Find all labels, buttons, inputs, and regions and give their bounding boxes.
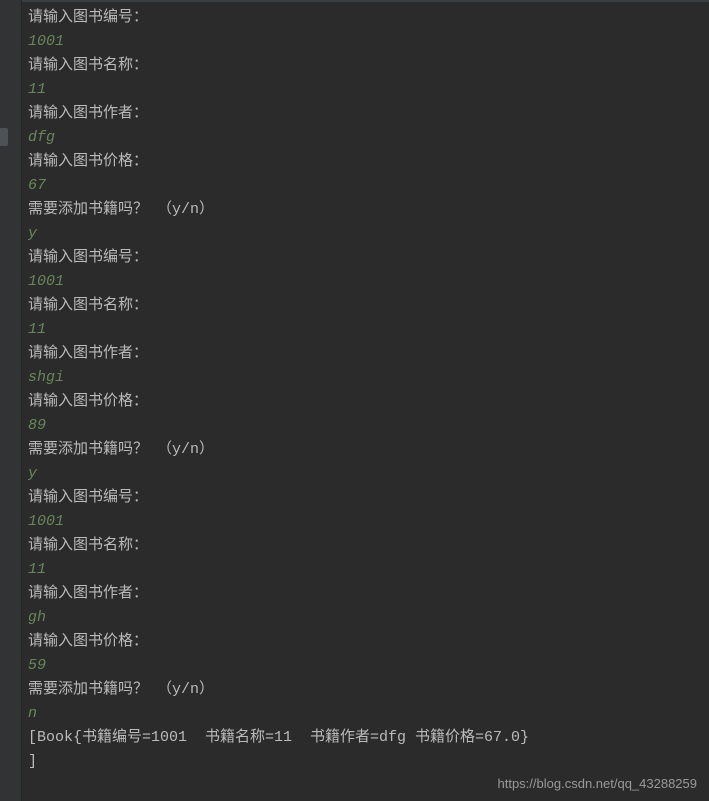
console-line-input: 59 <box>28 654 709 678</box>
console-line-input: 67 <box>28 174 709 198</box>
console-line-prompt: 请输入图书名称： <box>28 54 709 78</box>
console-line-prompt: 请输入图书价格： <box>28 630 709 654</box>
console-line-prompt: 请输入图书编号： <box>28 246 709 270</box>
console-line-input: 89 <box>28 414 709 438</box>
console-line-input: 11 <box>28 78 709 102</box>
console-line-output: ] <box>28 750 709 774</box>
console-line-input: shgi <box>28 366 709 390</box>
console-line-input: gh <box>28 606 709 630</box>
console-line-prompt: 请输入图书价格： <box>28 390 709 414</box>
console-line-input: n <box>28 702 709 726</box>
console-line-output: [Book{书籍编号=1001 书籍名称=11 书籍作者=dfg 书籍价格=67… <box>28 726 709 750</box>
console-line-prompt: 请输入图书价格： <box>28 150 709 174</box>
console-line-prompt: 请输入图书编号： <box>28 486 709 510</box>
editor-gutter <box>0 0 22 801</box>
console-line-prompt: 请输入图书作者： <box>28 342 709 366</box>
console-line-prompt: 请输入图书作者： <box>28 582 709 606</box>
console-line-prompt: 请输入图书名称： <box>28 294 709 318</box>
console-output[interactable]: 请输入图书编号：1001请输入图书名称：11请输入图书作者：dfg请输入图书价格… <box>0 0 709 801</box>
console-line-prompt: 请输入图书作者： <box>28 102 709 126</box>
watermark-text: https://blog.csdn.net/qq_43288259 <box>498 774 698 795</box>
console-line-prompt: 需要添加书籍吗？ （y/n） <box>28 438 709 462</box>
console-line-prompt: 请输入图书编号： <box>28 6 709 30</box>
console-line-input: y <box>28 222 709 246</box>
console-line-prompt: 需要添加书籍吗？ （y/n） <box>28 198 709 222</box>
console-line-input: 1001 <box>28 510 709 534</box>
console-line-input: 1001 <box>28 30 709 54</box>
console-line-input: dfg <box>28 126 709 150</box>
console-line-prompt: 请输入图书名称： <box>28 534 709 558</box>
console-line-input: 11 <box>28 558 709 582</box>
console-line-input: 1001 <box>28 270 709 294</box>
console-line-input: 11 <box>28 318 709 342</box>
console-line-prompt: 需要添加书籍吗？ （y/n） <box>28 678 709 702</box>
tab-marker <box>0 128 8 146</box>
console-line-input: y <box>28 462 709 486</box>
